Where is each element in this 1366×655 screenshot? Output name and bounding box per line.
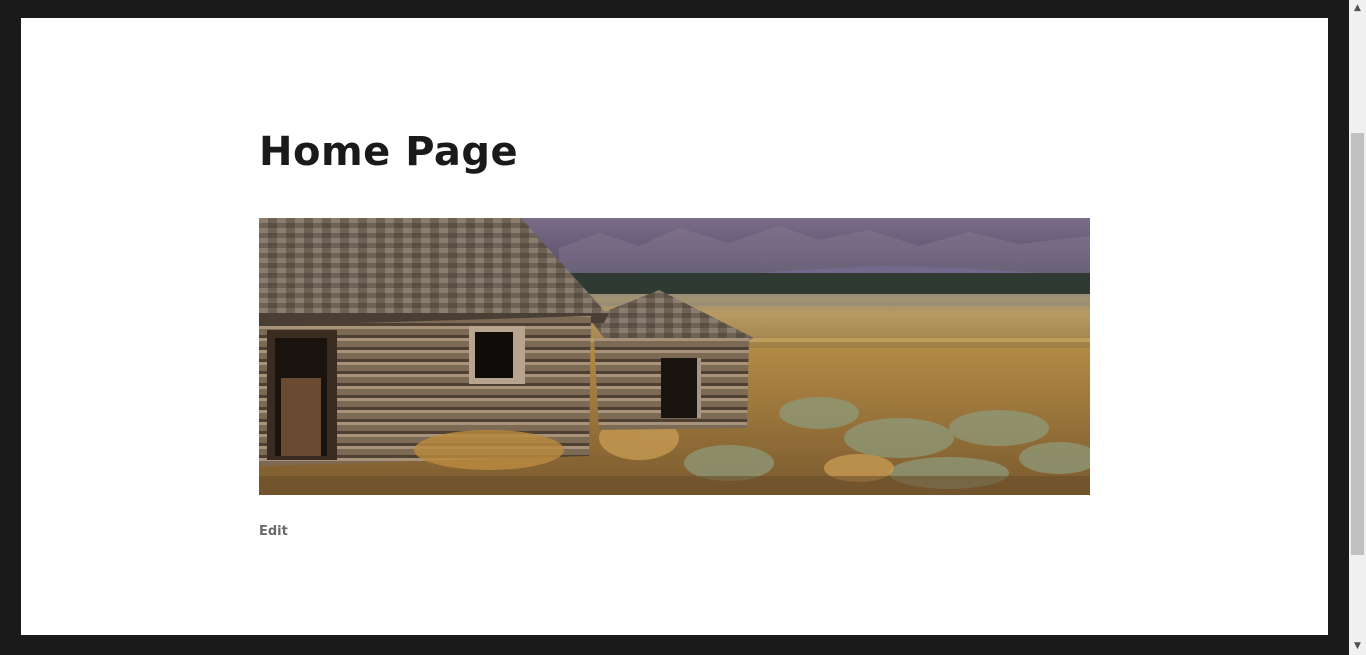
content-frame: Home Page Edit <box>21 18 1328 635</box>
scroll-thumb[interactable] <box>1351 133 1364 555</box>
edit-link[interactable]: Edit <box>259 524 288 539</box>
hero-image <box>259 218 1090 495</box>
page-title: Home Page <box>259 129 519 175</box>
vertical-scrollbar[interactable]: ▲ ▼ <box>1349 0 1366 655</box>
scroll-down-arrow-icon[interactable]: ▼ <box>1349 638 1366 655</box>
scroll-up-arrow-icon[interactable]: ▲ <box>1349 0 1366 17</box>
